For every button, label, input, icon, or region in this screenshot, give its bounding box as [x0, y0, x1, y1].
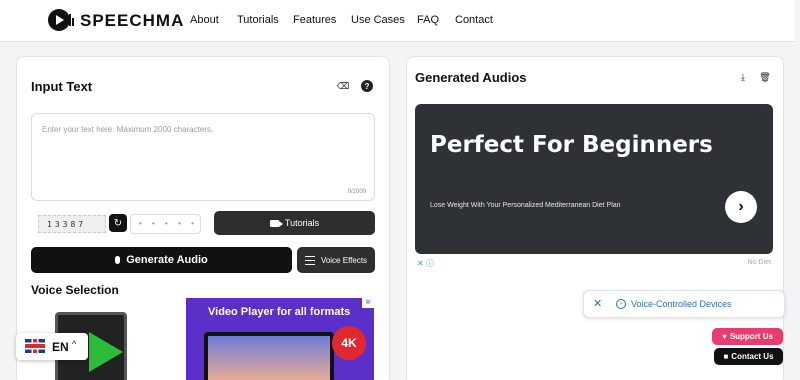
panel-title: Input Text	[31, 79, 93, 94]
nav-link-contact[interactable]: Contact	[455, 14, 493, 26]
info-icon: ›	[616, 299, 626, 309]
sliders-icon	[304, 255, 315, 265]
top-nav: SPEECHMA About Tutorials Features Use Ca…	[0, 0, 795, 42]
tutorials-button-label: Tutorials	[284, 218, 320, 228]
eraser-icon[interactable]: ⌫	[337, 80, 350, 92]
language-selector[interactable]: EN ^	[16, 333, 88, 360]
contact-us-button[interactable]: ■ Contact Us	[714, 348, 783, 365]
microphone-icon	[115, 256, 121, 264]
help-icon[interactable]: ?	[361, 80, 373, 92]
nav-link-use-cases[interactable]: Use Cases	[351, 14, 405, 26]
generate-audio-button[interactable]: Generate Audio	[31, 247, 292, 273]
ad-subtext: Lose Weight With Your Personalized Medit…	[430, 202, 621, 209]
soundwave-logo-icon	[66, 14, 76, 26]
captcha-image: 13387	[38, 215, 106, 233]
voice-effects-label: Voice Effects	[320, 255, 368, 265]
text-input[interactable]: Enter your text here. Maximum 2000 chara…	[31, 113, 375, 201]
suggestion-toast[interactable]: ✕ › Voice-Controlled Devices	[583, 290, 785, 318]
chevron-right-icon[interactable]: ›	[725, 191, 757, 223]
refresh-captcha-button[interactable]: ↻	[109, 214, 127, 232]
language-code: EN	[52, 340, 69, 354]
text-input-placeholder: Enter your text here. Maximum 2000 chara…	[42, 125, 214, 134]
support-us-button[interactable]: ♥ Support Us	[712, 328, 783, 345]
generate-audio-label: Generate Audio	[126, 254, 208, 266]
uk-flag-icon	[25, 339, 45, 353]
ad-headline: Video Player for all formats	[208, 306, 351, 318]
tutorials-button[interactable]: Tutorials	[214, 211, 375, 235]
chat-icon: ■	[723, 352, 729, 361]
ad-headline: Perfect For Beginners	[430, 132, 713, 158]
ad-card[interactable]: Perfect For Beginners Lose Weight With Y…	[415, 104, 773, 254]
trash-icon[interactable]: 🗑	[759, 71, 771, 83]
laptop-image	[204, 332, 334, 380]
ad-advertiser: No Diet	[747, 259, 771, 266]
download-icon[interactable]: ⤓	[737, 71, 749, 83]
nav-link-features[interactable]: Features	[293, 14, 336, 26]
chevron-up-icon: ^	[72, 339, 77, 349]
4k-badge: 4K	[332, 326, 366, 360]
captcha-input[interactable]: • • • • •	[130, 214, 201, 234]
heart-icon: ♥	[722, 332, 727, 341]
brand-name[interactable]: SPEECHMA	[80, 11, 184, 31]
support-us-label: Support Us	[729, 332, 773, 341]
contact-us-label: Contact Us	[731, 352, 774, 361]
voice-effects-button[interactable]: Voice Effects	[297, 247, 375, 273]
refresh-icon: ↻	[113, 217, 123, 229]
video-player-ad[interactable]: Video Player for all formats ⊗ 4K	[186, 298, 374, 380]
nav-link-tutorials[interactable]: Tutorials	[237, 14, 279, 26]
toast-label[interactable]: Voice-Controlled Devices	[631, 299, 732, 309]
ad-close-icon[interactable]: ✕ ⓘ	[417, 258, 434, 269]
nav-link-faq[interactable]: FAQ	[417, 14, 439, 26]
ad-choices-icon[interactable]: ⊗	[362, 298, 374, 308]
close-icon[interactable]: ✕	[593, 297, 602, 310]
nav-link-about[interactable]: About	[190, 14, 219, 26]
video-camera-icon	[269, 219, 283, 227]
char-counter: 0/2000	[347, 189, 366, 195]
panel-title: Generated Audios	[415, 70, 527, 85]
play-icon	[89, 332, 123, 372]
input-text-panel: Input Text ⌫ ? Enter your text here. Max…	[16, 56, 390, 380]
voice-selection-title: Voice Selection	[31, 283, 119, 297]
